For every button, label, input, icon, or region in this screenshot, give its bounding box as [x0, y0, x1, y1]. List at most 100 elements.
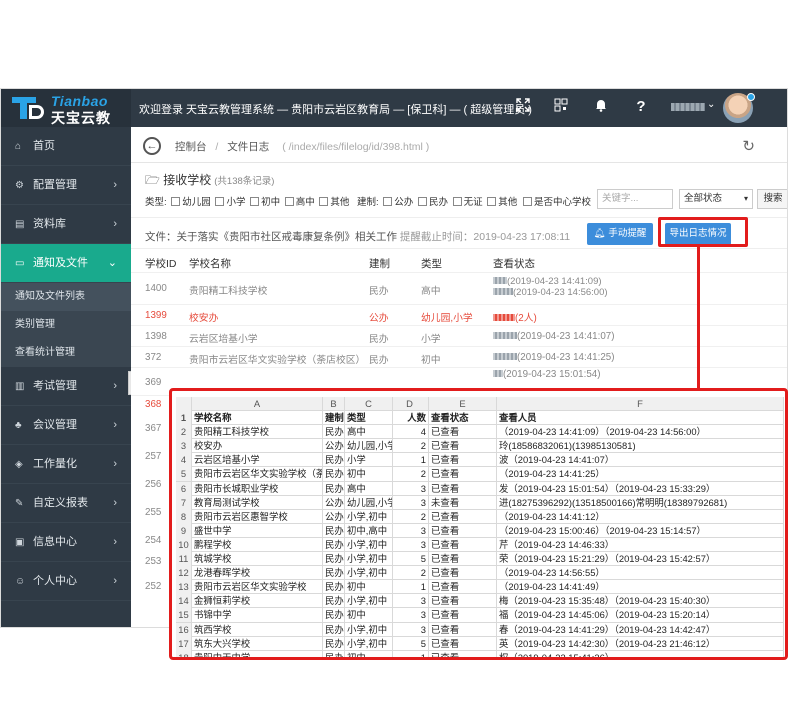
back-arrow-icon[interactable]: ←: [143, 137, 161, 155]
sheet-cell: 民办: [325, 552, 345, 567]
deadline-text: 提醒截止时间：2019-04-23 17:08:11: [399, 231, 571, 243]
breadcrumb-path: ( /index/files/filelog/id/398.html ): [282, 141, 430, 153]
row-number: 17: [176, 636, 192, 651]
breadcrumb-home[interactable]: 控制台: [175, 141, 207, 153]
checkbox-system-other[interactable]: [487, 197, 497, 206]
user-menu[interactable]: ⌄: [671, 99, 715, 111]
help-icon[interactable]: ?: [631, 97, 651, 117]
sheet-cell: 小学: [345, 453, 393, 468]
sheet-cell: 已查看: [429, 523, 497, 538]
sheet-cell: 小学,初中: [345, 566, 393, 581]
subitem-category[interactable]: 类别管理: [1, 311, 131, 339]
sheet-cell: 3: [393, 523, 429, 538]
qrcode-icon[interactable]: [551, 97, 571, 117]
sidebar-item-home[interactable]: ⌂ 首页: [1, 127, 131, 166]
sidebar-item-meeting[interactable]: ♣ 会议管理 ›: [1, 406, 131, 445]
checkbox-senior[interactable]: [284, 197, 294, 206]
sheet-cell: 小学,初中: [345, 537, 393, 552]
table-row[interactable]: 372 贵阳市云岩区华文实验学校（荼店校区） 民办 初中 (2019-04-23…: [131, 347, 787, 368]
sheet-cell: 龙港春晖学校: [192, 566, 323, 581]
sheet-cell: 进(18275396292)(13518500166)常明明(183897926…: [497, 495, 784, 510]
sheet-cell: 民办: [325, 425, 345, 440]
checkbox-center-school[interactable]: [523, 197, 532, 206]
row-number: 7: [176, 495, 192, 510]
sheet-cell: （2019-04-23 14:56:55）: [497, 566, 784, 581]
fullscreen-icon[interactable]: [513, 97, 533, 117]
subitem-notice-list[interactable]: 通知及文件列表: [1, 283, 131, 311]
row-number: 13: [176, 580, 192, 595]
type-filter-group: 类型: 幼儿园 小学 初中 高中 其他: [145, 197, 350, 208]
sheet-cell: 3: [393, 622, 429, 637]
row-number: 11: [176, 552, 192, 567]
checkbox-kindergarten[interactable]: [171, 197, 181, 206]
checkbox-type-other[interactable]: [319, 197, 329, 206]
checkbox-private[interactable]: [417, 197, 427, 206]
top-header: Tianbao 天宝云教 欢迎登录 天宝云教管理系统 — 贵阳市云岩区教育局 —…: [1, 89, 787, 127]
sheet-cell: 鹏程学校: [192, 537, 323, 552]
sheet-row: 8 贵阳市云岩区惠智学校 公办 小学,初中 2 已查看 （2019-04-23 14:41:…: [176, 509, 784, 524]
sheet-cell: 民办: [325, 608, 345, 623]
sheet-cell: 已查看: [429, 467, 497, 482]
checkbox-public[interactable]: [383, 197, 393, 206]
sheet-row: 4 云岩区培基小学 民办 小学 1 已查看 波（2019-04-23 14:41:07）: [176, 453, 784, 468]
sheet-cell: 已查看: [429, 537, 497, 552]
record-count: (共138条记录): [214, 176, 275, 187]
chevron-right-icon: ›: [113, 458, 117, 470]
sidebar-item-report[interactable]: ✎ 自定义报表 ›: [1, 484, 131, 523]
sidebar-item-library[interactable]: ▤ 资料库 ›: [1, 205, 131, 244]
sheet-row: 11 筑城学校 民办 小学,初中 5 已查看 荣（2019-04-23 15:21:29）（…: [176, 552, 784, 567]
sheet-cell: 筑城学校: [192, 552, 323, 567]
system-filter-group: 建制: 公办 民办 无证 其他: [357, 197, 518, 208]
sheet-cell: 已查看: [429, 594, 497, 609]
filter-bar: 类型: 幼儿园 小学 初中 高中 其他 建制: 公办 民办 无证 其他 是否中心…: [145, 189, 787, 213]
sheet-cell: 贵阳市长城职业学校: [192, 481, 323, 496]
sheet-cell: 初中: [345, 580, 393, 595]
status-select[interactable]: 全部状态 ▾: [679, 189, 753, 209]
file-title: 文件：关于落实《贵阳市社区戒毒康复条例》相关工作 提醒截止时间：2019-04-…: [145, 231, 571, 243]
sheet-cell: 民办: [325, 636, 345, 651]
sheet-cell: 3: [393, 608, 429, 623]
checkbox-primary[interactable]: [215, 197, 225, 206]
table-row[interactable]: 1398 云岩区培基小学 民办 小学 (2019-04-23 14:41:07): [131, 326, 787, 347]
logo-mark-icon: [12, 97, 44, 119]
sidebar-item-config[interactable]: ⚙ 配置管理 ›: [1, 166, 131, 205]
manual-remind-button[interactable]: 🔔︎ 手动提醒: [587, 223, 653, 245]
book-icon: ▥: [15, 381, 25, 392]
sheet-cell: 5: [393, 552, 429, 567]
row-number: 10: [176, 537, 192, 552]
sheet-cell: 民办: [325, 453, 345, 468]
sheet-cell: 公办: [325, 509, 345, 524]
sheet-cell: （2019-04-23 14:41:49）: [497, 580, 784, 595]
exported-spreadsheet-callout: A B C D E F 1 学校名称 建制 类型 人数 查看状态 查看人员 2贵…: [169, 388, 788, 660]
checkbox-unlicensed[interactable]: [452, 197, 462, 206]
sidebar-item-workload[interactable]: ◈ 工作量化 ›: [1, 445, 131, 484]
sidebar-item-info[interactable]: ▣ 信息中心 ›: [1, 523, 131, 562]
sheet-cell: 幼儿园,小学: [347, 495, 393, 510]
sheet-cell: 已查看: [429, 650, 497, 657]
sheet-cell: 3: [393, 495, 429, 510]
bell-icon[interactable]: [591, 97, 611, 117]
bell-icon: 🔔︎: [593, 228, 606, 239]
subitem-stats[interactable]: 查看统计管理: [1, 339, 131, 367]
sheet-cell: 初中: [345, 650, 393, 657]
sheet-cell: 3: [393, 594, 429, 609]
sheet-cell: 1: [393, 453, 429, 468]
refresh-icon[interactable]: ↻: [742, 137, 755, 155]
chevron-right-icon: ›: [113, 218, 117, 230]
chevron-down-icon: ⌄: [107, 257, 117, 269]
sheet-cell: 民办: [325, 622, 345, 637]
avatar[interactable]: [723, 93, 755, 123]
sheet-row: 9 盛世中学 民办 初中,高中 3 已查看 （2019-04-23 15:00:46）（20…: [176, 523, 784, 538]
table-row[interactable]: 1399 校安办 公办 幼儿园,小学 (2人): [131, 305, 787, 326]
keyword-input[interactable]: 关键字...: [597, 189, 673, 209]
sidebar-item-notices[interactable]: ▭ 通知及文件 ⌄: [1, 244, 131, 283]
search-button[interactable]: 搜索: [757, 189, 787, 209]
sidebar-item-exam[interactable]: ▥ 考试管理 ›: [1, 367, 131, 406]
sheet-cell: 梅（2019-04-23 15:35:48）（2019-04-23 15:40:…: [497, 594, 784, 609]
sheet-header-row: 1 学校名称 建制 类型 人数 查看状态 查看人员: [176, 411, 784, 426]
sheet-cell: 筑东大兴学校: [192, 636, 323, 651]
sheet-cell: 初中,高中: [345, 523, 393, 538]
sidebar-item-personal[interactable]: ☺ 个人中心 ›: [1, 562, 131, 601]
checkbox-junior[interactable]: [250, 197, 260, 206]
table-row[interactable]: 1400 贵阳精工科技学校 民办 高中 (2019-04-23 14:41:09…: [131, 273, 787, 305]
